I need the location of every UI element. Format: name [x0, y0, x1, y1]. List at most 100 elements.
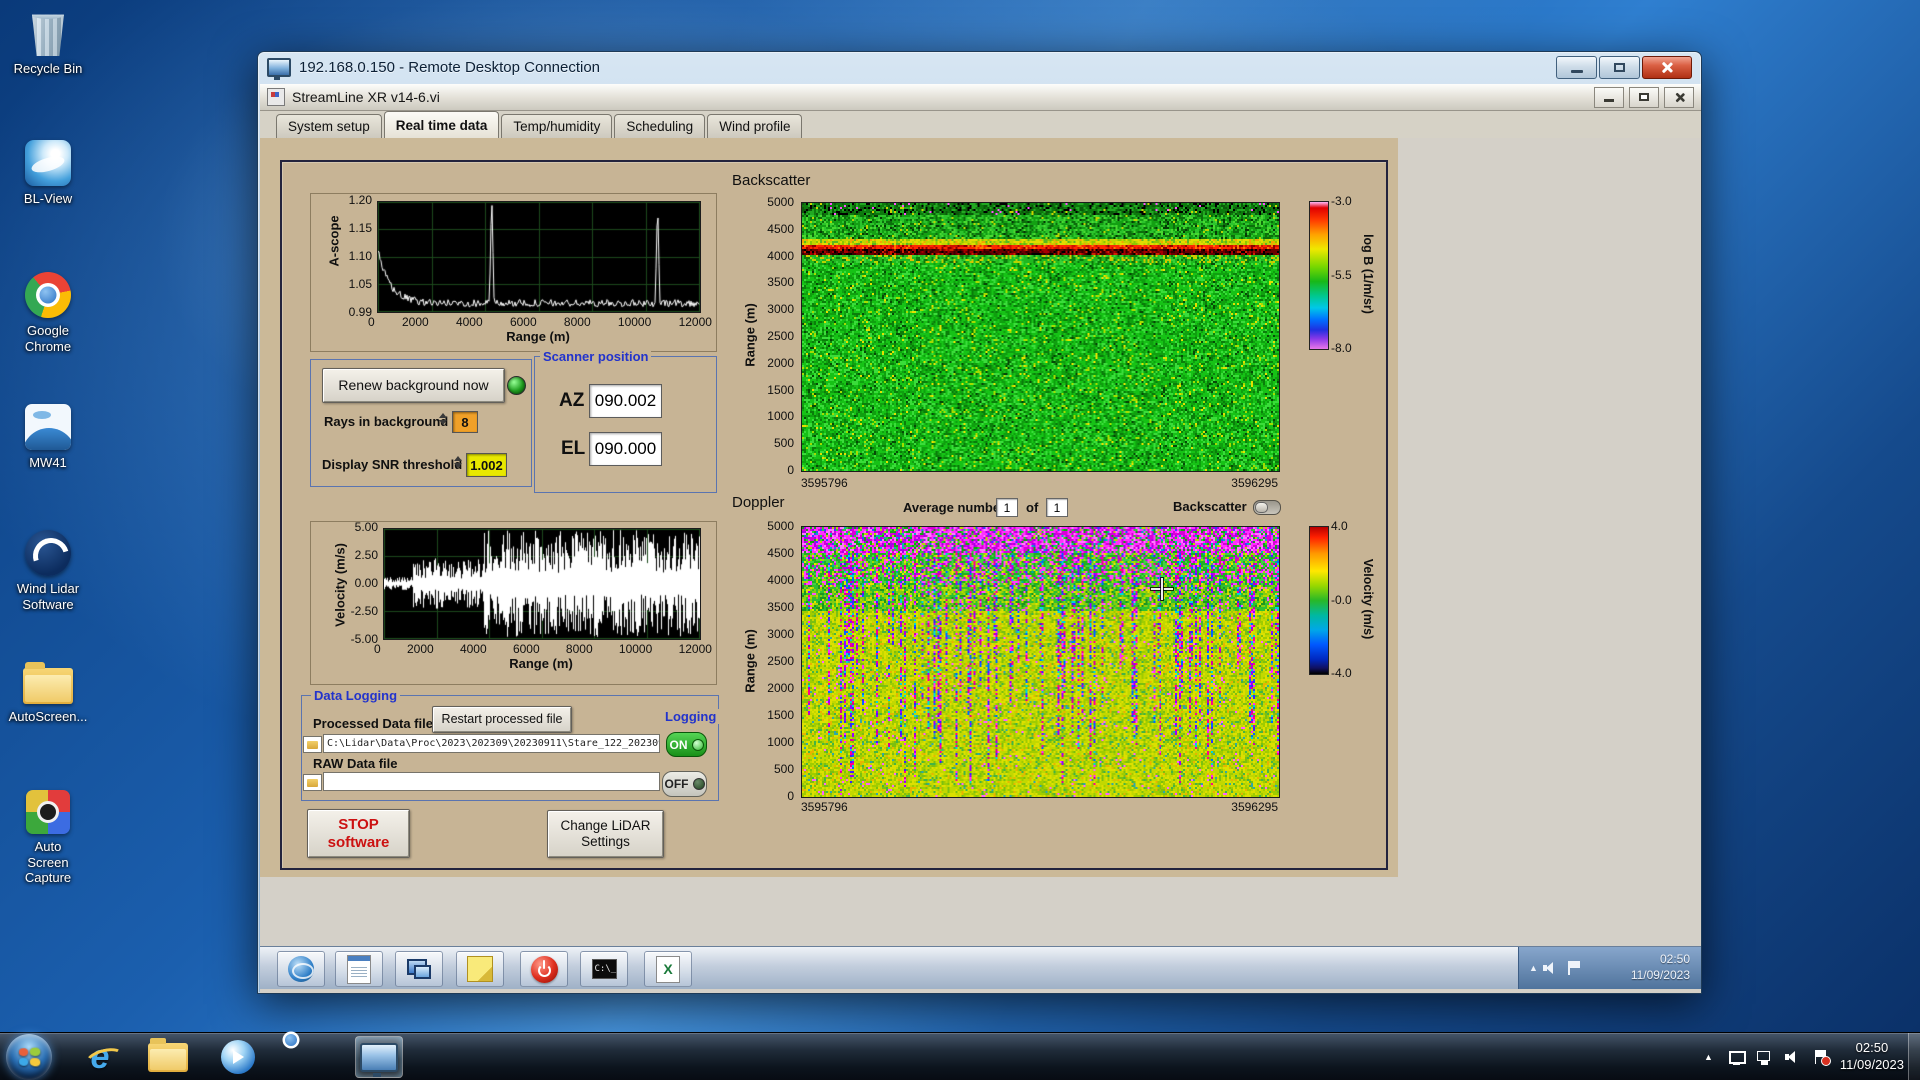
- tick-label: 1.05: [348, 277, 372, 291]
- rays-in-background-label: Rays in background: [324, 414, 449, 429]
- remote-tray-expand-button[interactable]: ▲: [1519, 963, 1542, 973]
- renew-background-led: [507, 376, 526, 395]
- taskbar-ie-button[interactable]: e: [76, 1036, 124, 1078]
- az-field[interactable]: 090.002: [589, 384, 662, 418]
- maximize-icon: [1614, 63, 1625, 72]
- tab-system-setup[interactable]: System setup: [276, 114, 382, 138]
- tray-expand-button[interactable]: ▲: [1700, 1052, 1717, 1062]
- tick-label: 3596295: [1231, 800, 1278, 814]
- folder-icon: [307, 778, 318, 787]
- remote-taskbar-notepad-button[interactable]: [335, 951, 383, 987]
- wind-lidar-icon: [25, 530, 71, 576]
- desktop-icon-autoscreen[interactable]: AutoScreen...: [0, 660, 96, 725]
- spreadsheet-icon: X: [656, 955, 680, 983]
- remote-taskbar-sticky-notes-button[interactable]: [456, 951, 504, 987]
- tab-temp-humidity[interactable]: Temp/humidity: [501, 114, 613, 138]
- ascope-plot[interactable]: [377, 201, 701, 313]
- tick-label: 5000: [767, 195, 794, 209]
- desktop-icon-wind-lidar-software[interactable]: Wind Lidar Software: [0, 530, 96, 612]
- tick-label: 5.00: [354, 520, 378, 534]
- tick-label: 6000: [512, 642, 540, 656]
- tick-label: 2000: [767, 681, 794, 695]
- average-total-field[interactable]: 1: [1046, 498, 1068, 517]
- rdp-window: 192.168.0.150 - Remote Desktop Connectio…: [257, 51, 1702, 994]
- on-label: ON: [669, 737, 688, 752]
- processed-file-browse-button[interactable]: [303, 736, 322, 753]
- tab-wind-profile[interactable]: Wind profile: [707, 114, 803, 138]
- raw-file-browse-button[interactable]: [303, 774, 322, 791]
- tick-label: 4500: [767, 221, 794, 236]
- renew-background-button[interactable]: Renew background now: [322, 368, 505, 403]
- remote-taskbar-excel-button[interactable]: X: [644, 951, 692, 987]
- processed-path-field[interactable]: C:\Lidar\Data\Proc\2023\202309\20230911\…: [323, 734, 660, 753]
- remote-action-center-icon[interactable]: [1565, 960, 1582, 976]
- rdp-titlebar[interactable]: 192.168.0.150 - Remote Desktop Connectio…: [258, 52, 1701, 83]
- tray-volume-icon[interactable]: [1784, 1049, 1801, 1065]
- tab-scheduling[interactable]: Scheduling: [614, 114, 706, 138]
- rays-value-field[interactable]: 8: [452, 411, 478, 433]
- remote-clock-time: 02:50: [1659, 952, 1690, 967]
- snr-value-field[interactable]: 1.002: [466, 453, 507, 477]
- tick-label: 12000: [678, 642, 712, 656]
- recycle-bin-icon: [32, 14, 64, 56]
- led-icon: [692, 778, 705, 790]
- tick-label: 1.15: [348, 221, 372, 235]
- tray-rdp-icon[interactable]: [1728, 1049, 1746, 1065]
- change-lidar-settings-button[interactable]: Change LiDAR Settings: [547, 810, 664, 858]
- settings-label-line2: Settings: [581, 834, 630, 849]
- taskbar-chrome-button[interactable]: [284, 1036, 332, 1078]
- app-minimize-button[interactable]: [1594, 86, 1624, 108]
- app-close-button[interactable]: [1664, 86, 1694, 108]
- tick-label: 3000: [767, 302, 794, 317]
- taskbar-clock[interactable]: 02:50 11/09/2023: [1840, 1040, 1904, 1074]
- start-button[interactable]: [6, 1034, 52, 1080]
- desktop-icon-auto-screen-capture[interactable]: Auto Screen Capture: [0, 790, 96, 886]
- tick-label: 4000: [459, 642, 487, 656]
- processed-logging-on-toggle[interactable]: ON: [666, 732, 707, 757]
- tick-label: -2.50: [350, 604, 378, 618]
- app-restore-button[interactable]: [1629, 86, 1659, 108]
- remote-taskbar-power-button[interactable]: [520, 951, 568, 987]
- el-field[interactable]: 090.000: [589, 432, 662, 466]
- rdp-icon: [267, 58, 291, 80]
- backscatter-colorbar-label: log B (1/m/sr): [1361, 234, 1375, 314]
- snr-spinner[interactable]: [452, 452, 463, 472]
- remote-taskbar-cmd-button[interactable]: C:\_: [580, 951, 628, 987]
- restart-processed-file-button[interactable]: Restart processed file: [432, 706, 572, 733]
- stop-software-button[interactable]: STOP software: [307, 809, 410, 858]
- sticky-note-icon: [467, 956, 493, 982]
- tray-network-icon[interactable]: [1756, 1049, 1773, 1065]
- remote-system-tray: ▲ 02:50 11/09/2023: [1518, 947, 1701, 989]
- rdp-minimize-button[interactable]: [1556, 56, 1597, 79]
- average-number-field[interactable]: 1: [996, 498, 1018, 517]
- rays-spinner[interactable]: [437, 409, 448, 429]
- desktop-icon-label: Google Chrome: [24, 323, 72, 354]
- raw-path-field[interactable]: [323, 772, 660, 791]
- desktop-icon-google-chrome[interactable]: Google Chrome: [0, 272, 96, 354]
- doppler-y-ticks: 5000 4500 4000 3500 3000 2500 2000 1500 1000 500 0: [754, 519, 794, 803]
- tab-real-time-data[interactable]: Real time data: [383, 111, 500, 138]
- desktop-icon-recycle-bin[interactable]: Recycle Bin: [0, 10, 96, 77]
- remote-clock[interactable]: 02:50 11/09/2023: [1631, 952, 1701, 983]
- taskbar-rdp-button[interactable]: [355, 1036, 403, 1078]
- taskbar-media-player-button[interactable]: [214, 1036, 262, 1078]
- backscatter-toggle[interactable]: [1253, 500, 1281, 515]
- backscatter-plot[interactable]: [801, 202, 1280, 472]
- rdp-maximize-button[interactable]: [1599, 56, 1640, 79]
- show-desktop-button[interactable]: [1908, 1033, 1920, 1080]
- app-titlebar[interactable]: StreamLine XR v14-6.vi: [260, 84, 1701, 111]
- rdp-title: 192.168.0.150 - Remote Desktop Connectio…: [299, 59, 601, 76]
- raw-logging-off-toggle[interactable]: OFF: [662, 771, 707, 797]
- folder-icon: [148, 1037, 188, 1072]
- taskbar-explorer-button[interactable]: [144, 1036, 192, 1078]
- remote-volume-icon[interactable]: [1542, 960, 1559, 976]
- doppler-plot[interactable]: [801, 526, 1280, 798]
- rdp-close-button[interactable]: [1642, 56, 1692, 79]
- windows-logo-icon: [19, 1047, 41, 1067]
- desktop-icon-bl-view[interactable]: BL-View: [0, 140, 96, 207]
- remote-taskbar-browser-button[interactable]: [277, 951, 325, 987]
- desktop-icon-mw41[interactable]: MW41: [0, 404, 96, 471]
- velocity-plot[interactable]: [383, 528, 701, 640]
- remote-taskbar-rdp-config-button[interactable]: [395, 951, 443, 987]
- tray-action-center-icon[interactable]: [1812, 1049, 1831, 1066]
